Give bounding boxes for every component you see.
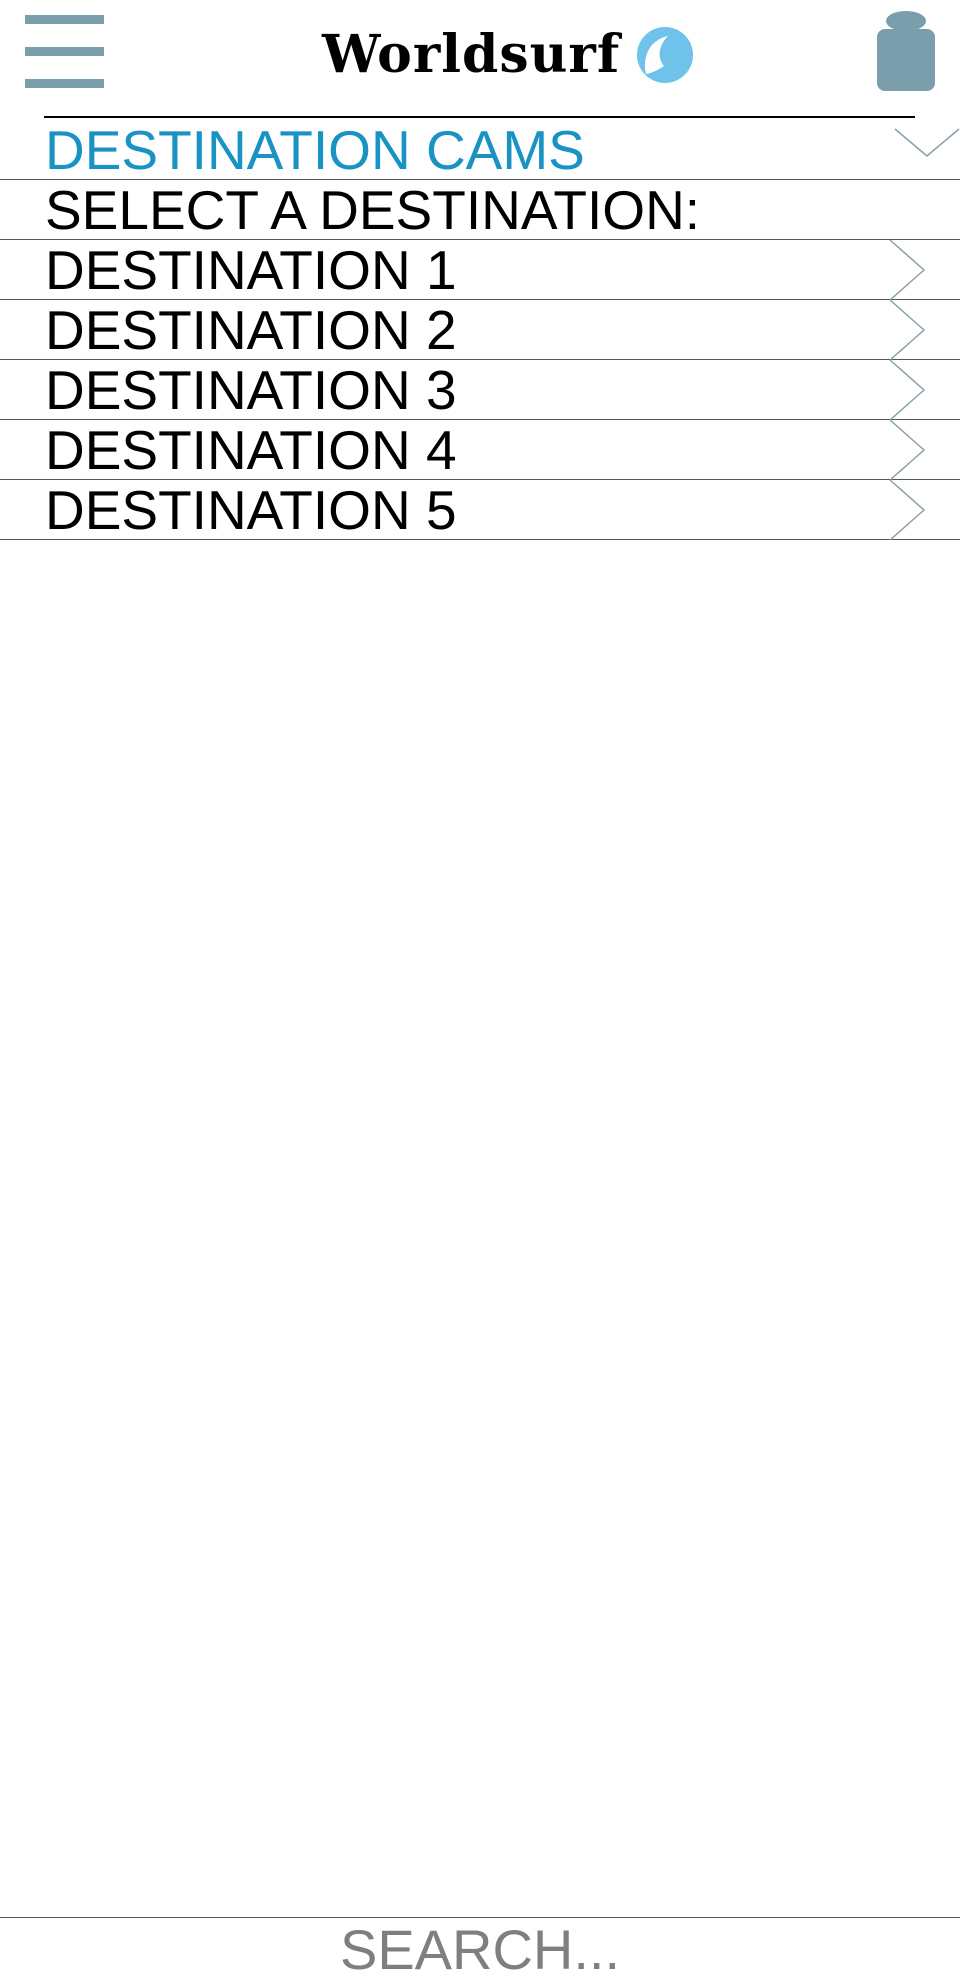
search-input[interactable] — [0, 1918, 960, 1981]
brand-name: Worldsurf — [322, 24, 621, 85]
list-item-label: DESTINATION 5 — [45, 479, 457, 541]
list-item-destination-4[interactable]: DESTINATION 4 — [0, 420, 960, 480]
chevron-down-icon — [894, 128, 960, 157]
list-item-label: DESTINATION 1 — [45, 239, 457, 301]
list-item-destination-3[interactable]: DESTINATION 3 — [0, 360, 960, 420]
wave-icon — [637, 27, 694, 83]
menu-bar — [25, 47, 104, 56]
list-item-destination-2[interactable]: DESTINATION 2 — [0, 300, 960, 360]
destination-list: DESTINATION CAMS SELECT A DESTINATION: D… — [0, 120, 960, 540]
header-divider — [44, 116, 915, 118]
app-header: Worldsurf — [0, 0, 960, 110]
search-bar — [0, 1917, 960, 1981]
section-title: DESTINATION CAMS — [45, 119, 585, 181]
brand-logo[interactable]: Worldsurf — [322, 20, 694, 90]
list-item-destination-5[interactable]: DESTINATION 5 — [0, 480, 960, 540]
chevron-right-icon — [889, 300, 926, 360]
prompt-label: SELECT A DESTINATION: — [45, 179, 701, 241]
chevron-right-icon — [889, 240, 926, 300]
section-header-destination-cams[interactable]: DESTINATION CAMS — [0, 120, 960, 180]
select-destination-prompt: SELECT A DESTINATION: — [0, 180, 960, 240]
hamburger-menu-icon[interactable] — [25, 15, 104, 88]
menu-bar — [25, 15, 104, 24]
chevron-right-icon — [889, 420, 926, 480]
menu-bar — [25, 79, 104, 88]
chevron-right-icon — [889, 480, 926, 540]
list-item-label: DESTINATION 4 — [45, 419, 457, 481]
list-item-destination-1[interactable]: DESTINATION 1 — [0, 240, 960, 300]
user-icon[interactable] — [877, 11, 935, 91]
list-item-label: DESTINATION 3 — [45, 359, 457, 421]
list-item-label: DESTINATION 2 — [45, 299, 457, 361]
chevron-right-icon — [889, 360, 926, 420]
